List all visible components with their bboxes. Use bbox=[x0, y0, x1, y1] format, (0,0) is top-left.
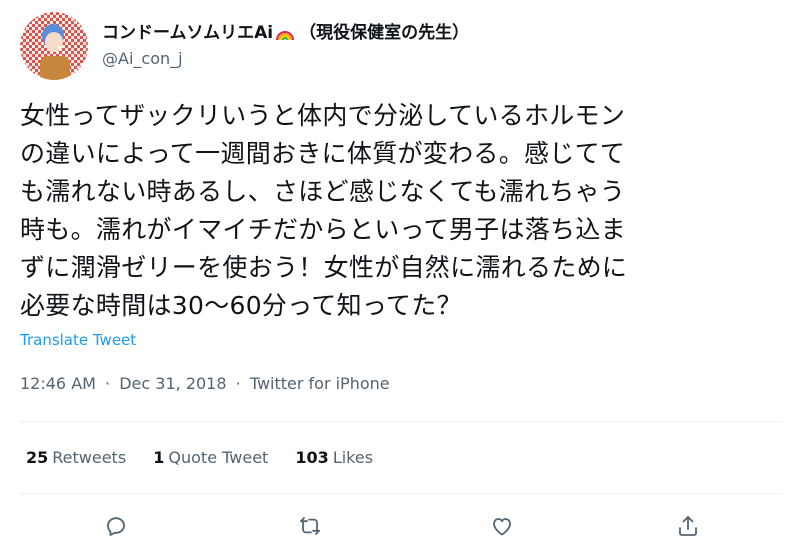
likes-count: 103 bbox=[295, 448, 329, 467]
tweet-text-line: 時も。濡れがイマイチだからといって男子は落ち込ま bbox=[20, 215, 626, 244]
display-name-text: コンドームソムリエAi bbox=[102, 23, 274, 43]
tweet-text-line: 必要な時間は30〜60分って知ってた？ bbox=[20, 291, 462, 320]
display-name[interactable]: コンドームソムリエAi （現役保健室の先生） bbox=[102, 22, 469, 44]
meta-separator: · bbox=[235, 374, 241, 393]
reply-icon bbox=[107, 517, 125, 536]
tweet-text: 女性ってザックリいうと体内で分泌しているホルモン の違いによって一週間おきに体質… bbox=[20, 97, 790, 325]
divider bbox=[20, 493, 782, 494]
translate-tweet-link[interactable]: Translate Tweet bbox=[20, 331, 136, 349]
quote-tweets-stat[interactable]: 1 Quote Tweet bbox=[153, 448, 268, 467]
retweets-count: 25 bbox=[26, 448, 49, 467]
tweet-text-line: の違いによって一週間おきに体質が変わる。感じてて bbox=[20, 139, 626, 168]
tweet-actions bbox=[0, 508, 796, 544]
quote-tweets-count: 1 bbox=[153, 448, 165, 467]
user-names: コンドームソムリエAi （現役保健室の先生） @Ai_con_j bbox=[102, 22, 469, 70]
divider bbox=[20, 421, 782, 422]
share-icon bbox=[679, 516, 697, 536]
retweets-label: Retweets bbox=[52, 448, 127, 467]
tweet-text-line: 女性ってザックリいうと体内で分泌しているホルモン bbox=[20, 101, 626, 130]
tweet-source[interactable]: Twitter for iPhone bbox=[250, 374, 390, 393]
retweet-button[interactable] bbox=[292, 508, 328, 544]
user-handle[interactable]: @Ai_con_j bbox=[102, 48, 469, 70]
meta-separator: · bbox=[105, 374, 111, 393]
tweet-text-line: ずに潤滑ゼリーを使おう！女性が自然に濡れるために bbox=[20, 253, 628, 282]
like-button[interactable] bbox=[484, 508, 520, 544]
rainbow-icon bbox=[276, 31, 295, 41]
tweet-meta: 12:46 AM · Dec 31, 2018 · Twitter for iP… bbox=[20, 374, 390, 393]
like-icon bbox=[493, 518, 511, 536]
likes-stat[interactable]: 103 Likes bbox=[295, 448, 373, 467]
tweet-stats: 25 Retweets 1 Quote Tweet 103 Likes bbox=[26, 448, 395, 467]
retweets-stat[interactable]: 25 Retweets bbox=[26, 448, 126, 467]
avatar-image bbox=[20, 12, 88, 80]
quote-tweets-label: Quote Tweet bbox=[168, 448, 269, 467]
likes-label: Likes bbox=[332, 448, 374, 467]
tweet-date[interactable]: Dec 31, 2018 bbox=[119, 374, 226, 393]
avatar[interactable] bbox=[20, 12, 88, 80]
share-button[interactable] bbox=[670, 508, 706, 544]
retweet-icon bbox=[300, 517, 320, 535]
tweet-text-line: も濡れない時あるし、さほど感じなくても濡れちゃう bbox=[20, 177, 626, 206]
tweet-time[interactable]: 12:46 AM bbox=[20, 374, 96, 393]
tweet-detail: コンドームソムリエAi （現役保健室の先生） @Ai_con_j 女性ってザック… bbox=[0, 0, 796, 556]
reply-button[interactable] bbox=[98, 508, 134, 544]
display-name-suffix: （現役保健室の先生） bbox=[299, 23, 470, 43]
